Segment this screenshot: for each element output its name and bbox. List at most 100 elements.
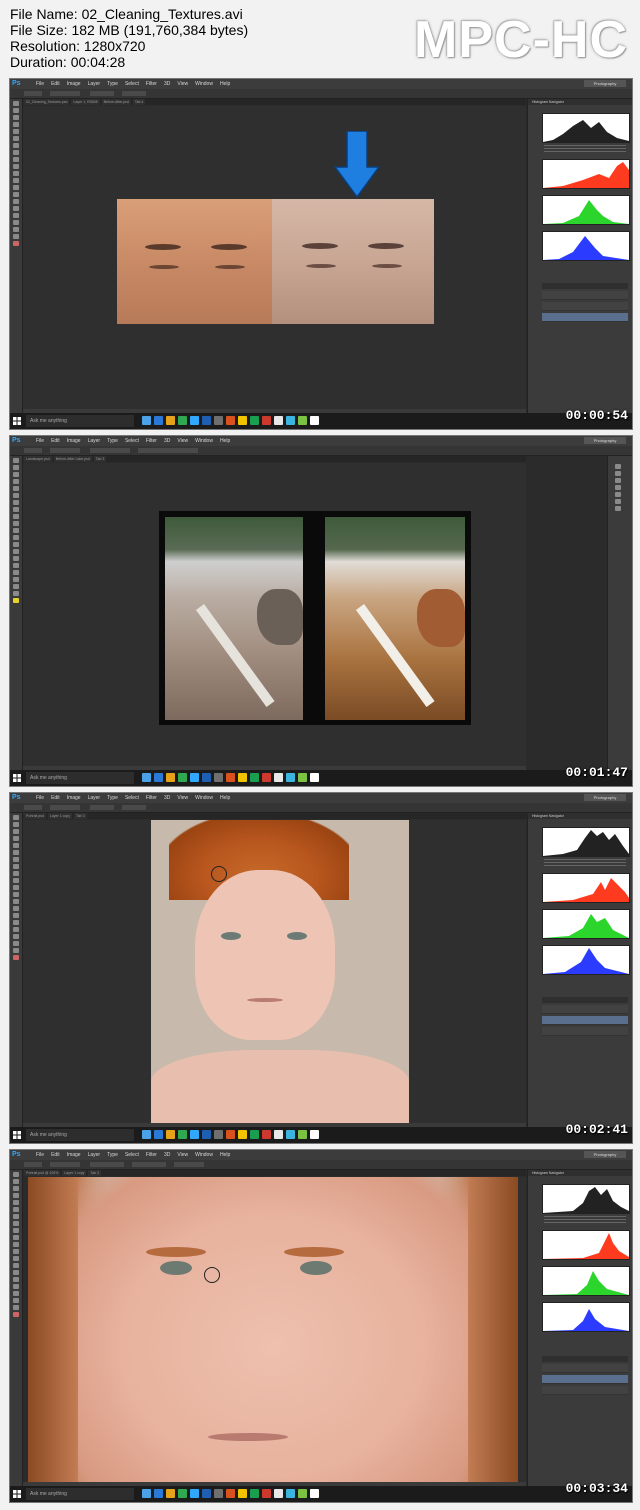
marquee-tool-icon[interactable] [13,108,19,113]
document-tab[interactable]: Landscape.psd [24,456,52,462]
menu-3d[interactable]: 3D [164,436,170,446]
blur-tool-icon[interactable] [13,899,19,904]
layer-row[interactable] [542,313,628,322]
dodge-tool-icon[interactable] [13,192,19,197]
app-icon[interactable] [226,416,235,425]
app-icon[interactable] [250,1130,259,1139]
app-icon[interactable] [178,416,187,425]
menu-type[interactable]: Type [107,793,118,803]
app-icon[interactable] [166,773,175,782]
clone-stamp-icon[interactable] [13,157,19,162]
app-icon[interactable] [298,416,307,425]
quick-select-tool-icon[interactable] [13,122,19,127]
type-tool-icon[interactable] [13,1277,19,1282]
app-icon[interactable] [190,416,199,425]
app-icon[interactable] [274,416,283,425]
app-icon[interactable] [202,1489,211,1498]
app-icon[interactable] [310,1489,319,1498]
mode-select[interactable] [90,91,114,96]
windows-start-icon[interactable] [13,417,21,425]
hand-tool-icon[interactable] [13,1298,19,1303]
app-icon[interactable] [154,773,163,782]
brush-tool-icon[interactable] [13,1221,19,1226]
type-tool-icon[interactable] [13,206,19,211]
lasso-tool-icon[interactable] [13,115,19,120]
healing-brush-icon[interactable] [13,857,19,862]
taskbar-search[interactable]: Ask me anything [26,1488,134,1500]
auto-select-field[interactable] [50,448,80,453]
mode-select[interactable] [90,805,114,810]
type-tool-icon[interactable] [13,920,19,925]
foreground-color-icon[interactable] [13,955,19,960]
app-icon[interactable] [274,1489,283,1498]
foreground-color-icon[interactable] [13,241,19,246]
app-icon[interactable] [286,1489,295,1498]
eyedropper-tool-icon[interactable] [13,850,19,855]
menu-view[interactable]: View [177,1150,188,1160]
menu-file[interactable]: File [36,793,44,803]
workspace-select[interactable]: Photography [584,437,626,444]
panel-icon[interactable] [615,499,621,504]
menu-help[interactable]: Help [220,1150,230,1160]
app-icon[interactable] [250,773,259,782]
clone-stamp-icon[interactable] [13,871,19,876]
sample-select[interactable] [132,1162,166,1167]
app-icon[interactable] [226,773,235,782]
app-icon[interactable] [238,1489,247,1498]
hand-tool-icon[interactable] [13,227,19,232]
eyedropper-tool-icon[interactable] [13,1207,19,1212]
app-icon[interactable] [190,773,199,782]
app-icon[interactable] [226,1489,235,1498]
document-tab[interactable]: 02_Cleaning_Textures.psd [24,99,70,105]
path-select-icon[interactable] [13,927,19,932]
app-icon[interactable] [310,416,319,425]
menu-image[interactable]: Image [67,1150,81,1160]
document-tab[interactable]: Layer 1 copy [47,813,72,819]
marquee-tool-icon[interactable] [13,1179,19,1184]
shape-tool-icon[interactable] [13,1291,19,1296]
history-brush-icon[interactable] [13,521,19,526]
gradient-tool-icon[interactable] [13,1249,19,1254]
app-icon[interactable] [178,773,187,782]
menu-3d[interactable]: 3D [164,79,170,89]
tool-preset-button[interactable] [24,448,42,453]
histogram-tabs[interactable]: Histogram Navigator [528,99,632,105]
histogram-tabs[interactable]: Histogram Navigator [528,813,632,819]
menu-edit[interactable]: Edit [51,1150,60,1160]
app-icon[interactable] [202,773,211,782]
blur-tool-icon[interactable] [13,185,19,190]
path-select-icon[interactable] [13,213,19,218]
taskbar-search[interactable]: Ask me anything [26,1129,134,1141]
menu-window[interactable]: Window [195,793,213,803]
workspace-select[interactable]: Photography [584,794,626,801]
app-icon[interactable] [214,416,223,425]
document-tab[interactable]: Tab 4 [132,99,146,105]
app-icon[interactable] [262,773,271,782]
app-icon[interactable] [178,1130,187,1139]
panel-icon[interactable] [615,464,621,469]
opacity-field[interactable] [122,91,146,96]
app-icon[interactable] [166,416,175,425]
quick-select-tool-icon[interactable] [13,836,19,841]
menu-file[interactable]: File [36,436,44,446]
marquee-tool-icon[interactable] [13,822,19,827]
app-icon[interactable] [250,1489,259,1498]
gradient-tool-icon[interactable] [13,535,19,540]
document-tab[interactable]: Layer 1, RGB/8 [71,99,100,105]
eyedropper-tool-icon[interactable] [13,493,19,498]
document-tab[interactable]: Layer 1 copy [62,1170,87,1176]
layer-row[interactable] [542,1386,628,1395]
menu-layer[interactable]: Layer [88,793,101,803]
menu-help[interactable]: Help [220,436,230,446]
app-icon[interactable] [190,1489,199,1498]
document-canvas[interactable] [23,463,526,766]
lasso-tool-icon[interactable] [13,1186,19,1191]
workspace-select[interactable]: Photography [584,80,626,87]
document-canvas[interactable] [28,1177,526,1482]
menu-image[interactable]: Image [67,79,81,89]
eraser-tool-icon[interactable] [13,1242,19,1247]
mode-select[interactable] [90,1162,124,1167]
document-canvas[interactable] [23,106,526,409]
path-select-icon[interactable] [13,1284,19,1289]
quick-select-tool-icon[interactable] [13,1193,19,1198]
